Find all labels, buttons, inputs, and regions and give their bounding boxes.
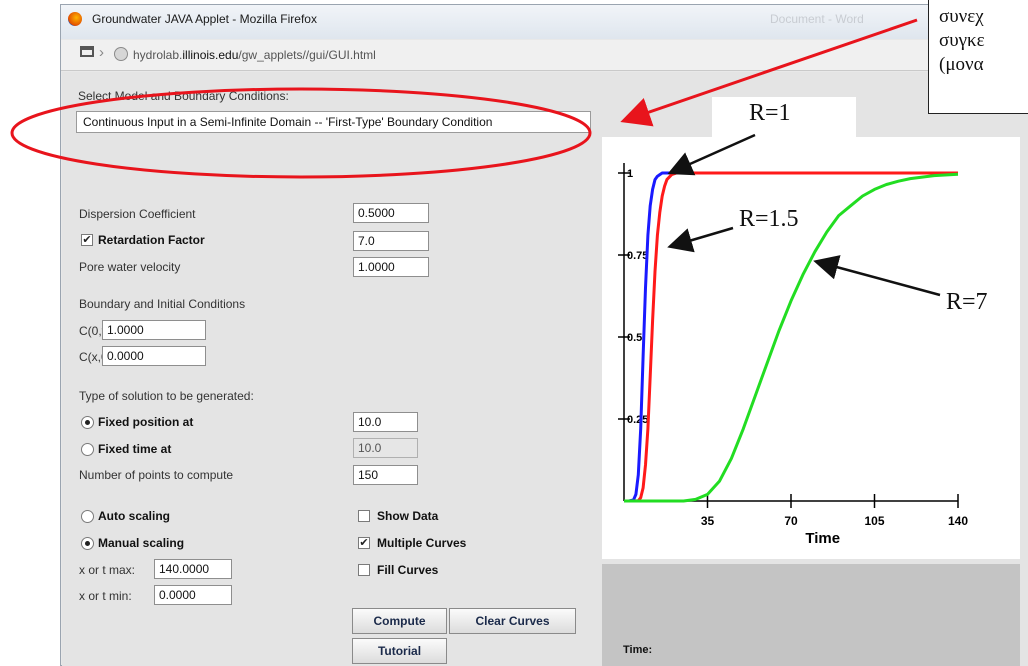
r7-label: R=7 <box>946 289 988 315</box>
clear-curves-button[interactable]: Clear Curves <box>449 608 576 634</box>
note-line: (μονα <box>939 54 984 75</box>
firefox-icon <box>68 12 82 26</box>
retardation-input[interactable]: 7.0 <box>353 231 429 251</box>
tutorial-button[interactable]: Tutorial <box>352 638 447 664</box>
background-window-title: Document - Word <box>770 12 864 26</box>
velocity-label: Pore water velocity <box>79 260 181 274</box>
time-readout-label: Time: <box>623 644 653 656</box>
points-input[interactable]: 150 <box>353 465 418 485</box>
show-data-label: Show Data <box>377 509 439 523</box>
dispersion-input[interactable]: 0.5000 <box>353 203 429 223</box>
url-domain: illinois.edu <box>182 48 239 62</box>
select-model-label: Select Model and Boundary Conditions: <box>78 89 289 103</box>
fill-curves-checkbox[interactable] <box>358 564 370 576</box>
solution-heading: Type of solution to be generated: <box>79 389 254 403</box>
check-icon: ✔ <box>82 234 92 246</box>
boundary-heading: Boundary and Initial Conditions <box>79 297 246 311</box>
info-panel <box>602 564 1020 666</box>
xmax-label: x or t max: <box>79 563 136 577</box>
multiple-curves-checkbox[interactable]: ✔ <box>358 537 370 549</box>
y-tick-label: 0.75 <box>627 250 648 262</box>
note-line: συγκε <box>939 30 985 51</box>
cx0-input[interactable]: 0.0000 <box>102 346 206 366</box>
url-prefix: hydrolab. <box>133 48 183 62</box>
y-tick-label: 0.25 <box>627 414 648 426</box>
window-title: Groundwater JAVA Applet - Mozilla Firefo… <box>92 12 317 26</box>
url-text[interactable]: hydrolab.illinois.edu/gw_applets//gui/GU… <box>133 48 376 62</box>
chart-panel: 35 70 105 140 0.25 0.5 0.75 1 Time <box>602 137 1020 559</box>
x-tick-label: 105 <box>864 514 884 528</box>
retardation-checkbox[interactable]: ✔ <box>81 234 93 246</box>
note-box: συνεχ συγκε (μονα <box>928 0 1028 114</box>
manual-scaling-radio[interactable] <box>81 537 94 550</box>
breakthrough-chart: 35 70 105 140 0.25 0.5 0.75 1 Time <box>618 163 968 547</box>
xmax-input[interactable]: 140.0000 <box>154 559 232 579</box>
fixed-time-label: Fixed time at <box>98 442 172 456</box>
check-icon: ✔ <box>359 537 369 549</box>
x-tick-label: 140 <box>948 514 968 528</box>
chevron-right-icon: › <box>99 44 104 61</box>
y-tick-label: 1 <box>627 168 633 180</box>
y-tick-label: 0.5 <box>627 332 642 344</box>
manual-scaling-label: Manual scaling <box>98 536 185 550</box>
xmin-label: x or t min: <box>79 589 132 603</box>
fixed-time-input[interactable]: 10.0 <box>353 438 418 458</box>
c0t-input[interactable]: 1.0000 <box>102 320 206 340</box>
x-axis-label: Time <box>805 530 840 547</box>
sidebar-icon[interactable] <box>80 46 94 57</box>
multiple-curves-label: Multiple Curves <box>377 536 467 550</box>
velocity-input[interactable]: 1.0000 <box>353 257 429 277</box>
auto-scaling-label: Auto scaling <box>98 509 171 523</box>
dispersion-label: Dispersion Coefficient <box>79 207 196 221</box>
url-path: /gw_applets//gui/GUI.html <box>238 48 376 62</box>
x-tick-label: 70 <box>784 514 798 528</box>
points-label: Number of points to compute <box>79 468 234 482</box>
fixed-time-radio[interactable] <box>81 443 94 456</box>
r1-label-box: R=1 <box>712 97 856 167</box>
auto-scaling-radio[interactable] <box>81 510 94 523</box>
retardation-label: Retardation Factor <box>98 233 205 247</box>
fixed-position-label: Fixed position at <box>98 415 194 429</box>
note-line: συνεχ <box>939 6 984 27</box>
r15-label: R=1.5 <box>737 206 801 233</box>
compute-button[interactable]: Compute <box>352 608 447 634</box>
xmin-input[interactable]: 0.0000 <box>154 585 232 605</box>
fill-curves-label: Fill Curves <box>377 563 439 577</box>
r1-label: R=1 <box>749 100 791 126</box>
fixed-position-radio[interactable] <box>81 416 94 429</box>
model-select[interactable]: Continuous Input in a Semi-Infinite Doma… <box>76 111 591 133</box>
fixed-position-input[interactable]: 10.0 <box>353 412 418 432</box>
x-tick-label: 35 <box>701 514 715 528</box>
globe-icon[interactable] <box>114 47 128 61</box>
show-data-checkbox[interactable] <box>358 510 370 522</box>
